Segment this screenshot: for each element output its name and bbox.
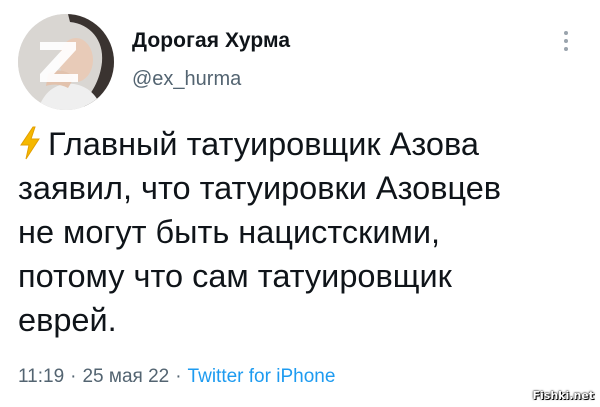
meta-separator: ·: [70, 366, 77, 387]
more-options-button[interactable]: [556, 26, 576, 56]
tweet-text-line-5: еврей.: [18, 302, 117, 338]
more-vertical-icon-dot: [564, 47, 568, 51]
tweet-text: Главный татуировщик Азова заявил, что та…: [18, 122, 583, 342]
tweet-time[interactable]: 11:19: [18, 366, 64, 387]
tweet-text-line-2: заявил, что татуировки Азовцев: [18, 170, 502, 206]
watermark: Fishki.net: [532, 389, 594, 402]
tweet-source-link[interactable]: Twitter for iPhone: [188, 366, 336, 387]
tweet-date[interactable]: 25 мая 22: [82, 366, 169, 387]
tweet-metadata: 11:19 · 25 мая 22 · Twitter for iPhone: [18, 366, 335, 388]
high-voltage-icon: [20, 126, 40, 160]
more-vertical-icon-dot: [564, 39, 568, 43]
tweet-text-line-4: потому что сам татуировщик: [18, 258, 452, 294]
more-vertical-icon: [564, 31, 568, 35]
author-handle[interactable]: @ex_hurma: [132, 68, 241, 91]
meta-separator: ·: [175, 366, 182, 387]
avatar-image: [18, 14, 114, 110]
tweet-card: Дорогая Хурма @ex_hurma Главный татуиров…: [0, 0, 600, 407]
tweet-text-line: Главный татуировщик Азова: [18, 122, 583, 166]
tweet-text-line-1: Главный татуировщик Азова: [48, 126, 479, 162]
avatar[interactable]: [18, 14, 114, 110]
author-display-name[interactable]: Дорогая Хурма: [132, 29, 290, 53]
tweet-text-line-3: не могут быть нацистскими,: [18, 214, 441, 250]
